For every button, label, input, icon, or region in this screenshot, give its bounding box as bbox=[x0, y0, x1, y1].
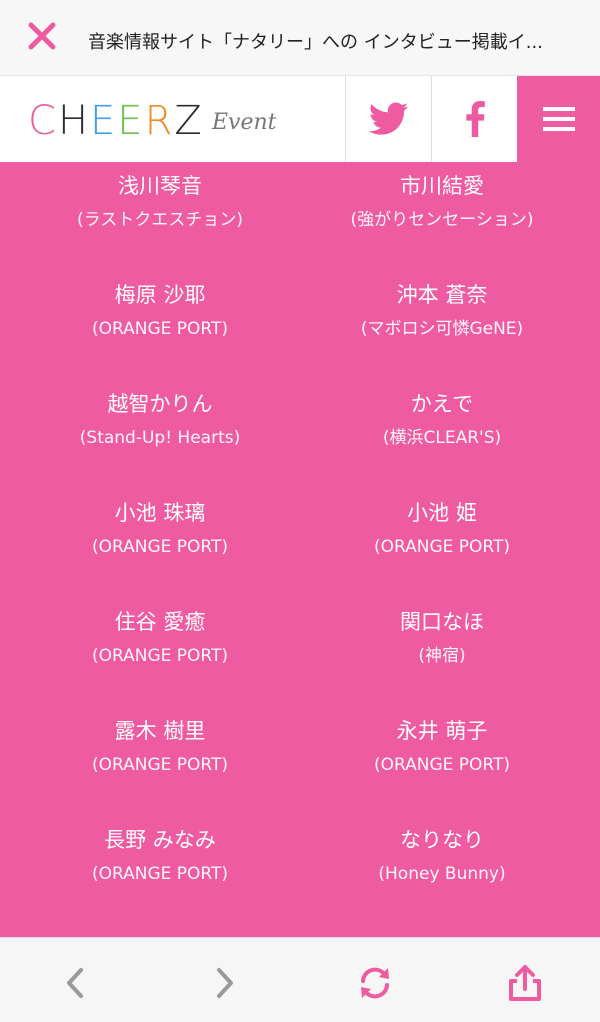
browser-topbar: 音楽情報サイト「ナタリー」への インタビュー掲載イ... bbox=[0, 0, 600, 76]
member-card[interactable]: 長野 みなみ (ORANGE PORT) bbox=[10, 826, 310, 886]
member-name: 露木 樹里 bbox=[114, 719, 206, 743]
member-card[interactable]: 市川結愛 (強がりセンセーション) bbox=[292, 172, 592, 232]
member-card[interactable]: なりなり (Honey Bunny) bbox=[292, 826, 592, 886]
forward-icon bbox=[217, 968, 233, 998]
member-group: (Stand-Up! Hearts) bbox=[79, 428, 241, 448]
member-group: (ORANGE PORT) bbox=[373, 755, 511, 775]
member-group: (ラストクエスチョン) bbox=[77, 210, 243, 230]
member-group: (ORANGE PORT) bbox=[91, 537, 229, 557]
member-card[interactable]: 小池 姫 (ORANGE PORT) bbox=[292, 499, 592, 559]
page-title: 音楽情報サイト「ナタリー」への インタビュー掲載イ... bbox=[88, 32, 543, 53]
member-name: なりなり bbox=[400, 828, 484, 852]
twitter-button[interactable] bbox=[345, 76, 431, 162]
menu-icon bbox=[542, 107, 575, 131]
member-card[interactable]: 沖本 蒼奈 (マボロシ可憐GeNE) bbox=[292, 281, 592, 341]
member-name: 住谷 愛癒 bbox=[114, 610, 206, 634]
member-name: 梅原 沙耶 bbox=[114, 283, 206, 307]
member-group: (神宿) bbox=[418, 646, 466, 666]
refresh-icon bbox=[361, 967, 389, 999]
logo-letter: Z bbox=[174, 98, 204, 144]
member-group: (ORANGE PORT) bbox=[91, 755, 229, 775]
member-name: 市川結愛 bbox=[400, 174, 484, 198]
back-icon bbox=[67, 968, 83, 998]
member-card[interactable]: 梅原 沙耶 (ORANGE PORT) bbox=[10, 281, 310, 341]
logo-letter: E bbox=[117, 98, 145, 144]
member-name: 沖本 蒼奈 bbox=[396, 283, 488, 307]
member-card[interactable]: 越智かりん (Stand-Up! Hearts) bbox=[10, 390, 310, 450]
close-icon[interactable] bbox=[26, 20, 58, 52]
logo-letter: H bbox=[57, 98, 91, 144]
member-card[interactable]: 関口なほ (神宿) bbox=[292, 608, 592, 668]
member-card[interactable]: かえで (横浜CLEAR'S) bbox=[292, 390, 592, 450]
member-name: 小池 珠璃 bbox=[114, 501, 206, 525]
member-name: 長野 みなみ bbox=[104, 828, 216, 852]
twitter-icon bbox=[368, 102, 408, 135]
member-name: 浅川琴音 bbox=[118, 174, 202, 198]
forward-button[interactable] bbox=[200, 958, 250, 1008]
facebook-button[interactable] bbox=[431, 76, 517, 162]
menu-button[interactable] bbox=[517, 76, 600, 162]
member-card[interactable]: 露木 樹里 (ORANGE PORT) bbox=[10, 717, 310, 777]
member-group: (マボロシ可憐GeNE) bbox=[360, 319, 524, 339]
member-name: かえで bbox=[410, 392, 474, 416]
logo-event-label: Event bbox=[212, 110, 277, 135]
member-group: (ORANGE PORT) bbox=[91, 319, 229, 339]
share-icon bbox=[509, 965, 541, 1001]
member-name: 越智かりん bbox=[107, 392, 213, 416]
member-card[interactable]: 浅川琴音 (ラストクエスチョン) bbox=[10, 172, 310, 232]
member-card[interactable]: 永井 萌子 (ORANGE PORT) bbox=[292, 717, 592, 777]
member-card[interactable]: 住谷 愛癒 (ORANGE PORT) bbox=[10, 608, 310, 668]
member-card[interactable]: 小池 珠璃 (ORANGE PORT) bbox=[10, 499, 310, 559]
cheerz-logo[interactable]: CHEERZ bbox=[28, 98, 204, 144]
share-button[interactable] bbox=[500, 958, 550, 1008]
logo-letter: E bbox=[90, 98, 118, 144]
member-group: (Honey Bunny) bbox=[378, 864, 506, 884]
member-name: 永井 萌子 bbox=[396, 719, 488, 743]
logo-letter: C bbox=[28, 98, 58, 144]
logo-letter: R bbox=[144, 98, 175, 144]
member-name: 小池 姫 bbox=[407, 501, 477, 525]
member-group: (ORANGE PORT) bbox=[373, 537, 511, 557]
member-group: (横浜CLEAR'S) bbox=[382, 428, 502, 448]
member-group: (ORANGE PORT) bbox=[91, 646, 229, 666]
facebook-icon bbox=[465, 101, 485, 137]
member-group: (強がりセンセーション) bbox=[350, 210, 534, 230]
browser-toolbar bbox=[0, 937, 600, 1022]
refresh-button[interactable] bbox=[350, 958, 400, 1008]
member-name: 関口なほ bbox=[400, 610, 484, 634]
back-button[interactable] bbox=[50, 958, 100, 1008]
member-group: (ORANGE PORT) bbox=[91, 864, 229, 884]
